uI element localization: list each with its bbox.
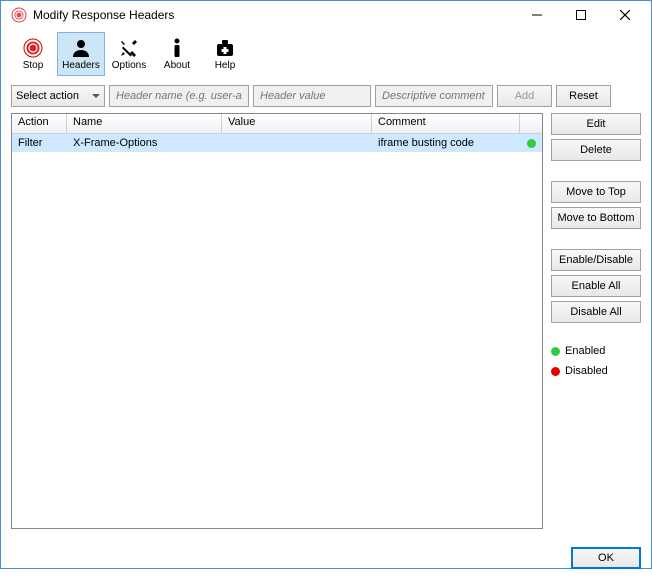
col-status[interactable] xyxy=(520,114,542,133)
comment-input[interactable] xyxy=(375,85,493,107)
help-button[interactable]: Help xyxy=(201,32,249,76)
col-comment[interactable]: Comment xyxy=(372,114,520,133)
delete-button[interactable]: Delete xyxy=(551,139,641,161)
stop-icon xyxy=(22,37,44,59)
headers-table: Action Name Value Comment Filter X-Frame… xyxy=(11,113,543,529)
stop-button[interactable]: Stop xyxy=(9,32,57,76)
reset-button[interactable]: Reset xyxy=(556,85,611,107)
ok-button[interactable]: OK xyxy=(571,547,641,569)
table-header: Action Name Value Comment xyxy=(12,114,542,134)
edit-button[interactable]: Edit xyxy=(551,113,641,135)
headers-button[interactable]: Headers xyxy=(57,32,105,76)
chevron-down-icon xyxy=(92,90,100,102)
red-dot-icon xyxy=(551,367,560,376)
about-button[interactable]: About xyxy=(153,32,201,76)
header-name-input[interactable] xyxy=(109,85,249,107)
medkit-icon xyxy=(214,37,236,59)
window-title: Modify Response Headers xyxy=(33,8,515,22)
move-to-top-button[interactable]: Move to Top xyxy=(551,181,641,203)
toolbar: Stop Headers Options About Help xyxy=(1,29,651,79)
side-panel: Edit Delete Move to Top Move to Bottom E… xyxy=(551,113,641,529)
minimize-button[interactable] xyxy=(515,1,559,29)
disable-all-button[interactable]: Disable All xyxy=(551,301,641,323)
titlebar: Modify Response Headers xyxy=(1,1,651,29)
close-button[interactable] xyxy=(603,1,647,29)
legend-enabled: Enabled xyxy=(551,343,641,359)
col-value[interactable]: Value xyxy=(222,114,372,133)
add-button[interactable]: Add xyxy=(497,85,552,107)
options-button[interactable]: Options xyxy=(105,32,153,76)
bottom-bar: OK xyxy=(1,539,651,577)
legend-disabled: Disabled xyxy=(551,363,641,379)
move-to-bottom-button[interactable]: Move to Bottom xyxy=(551,207,641,229)
enable-all-button[interactable]: Enable All xyxy=(551,275,641,297)
select-action-dropdown[interactable]: Select action xyxy=(11,85,105,107)
maximize-button[interactable] xyxy=(559,1,603,29)
green-dot-icon xyxy=(551,347,560,356)
info-icon xyxy=(166,37,188,59)
header-value-input[interactable] xyxy=(253,85,371,107)
input-row: Select action Add Reset xyxy=(11,85,641,107)
table-row[interactable]: Filter X-Frame-Options iframe busting co… xyxy=(12,134,542,152)
enable-disable-button[interactable]: Enable/Disable xyxy=(551,249,641,271)
person-icon xyxy=(70,37,92,59)
status-dot-enabled-icon xyxy=(527,139,536,148)
app-icon xyxy=(11,7,27,23)
col-name[interactable]: Name xyxy=(67,114,222,133)
col-action[interactable]: Action xyxy=(12,114,67,133)
tools-icon xyxy=(118,37,140,59)
